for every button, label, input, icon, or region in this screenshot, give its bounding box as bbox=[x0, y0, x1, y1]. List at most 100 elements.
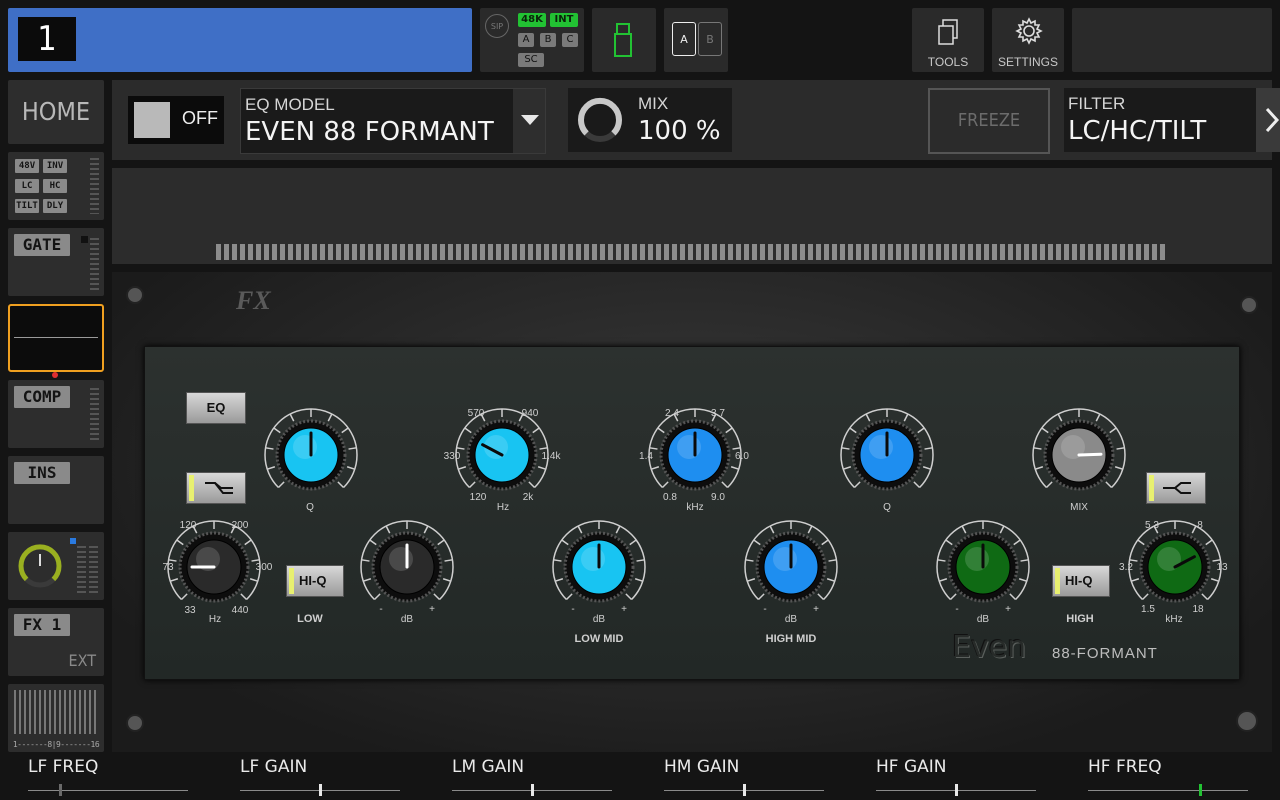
brand-logo: Even bbox=[952, 630, 1027, 665]
himid-gain-minus: - bbox=[763, 604, 767, 615]
usb-drive-icon bbox=[614, 23, 632, 57]
fader-thumb[interactable] bbox=[1199, 784, 1202, 796]
fader-label: LF FREQ bbox=[28, 757, 99, 777]
filter-select[interactable]: FILTER LC/HC/TILT bbox=[1064, 88, 1280, 152]
channel-meter-right bbox=[89, 546, 98, 594]
scene-ab-button[interactable]: A B bbox=[664, 8, 728, 72]
low-gain-unit: dB bbox=[400, 614, 414, 625]
lowmid-gain-unit: dB bbox=[592, 614, 606, 625]
phantom-power-tag: 48V bbox=[15, 159, 39, 173]
high-shelf-bell-toggle[interactable] bbox=[1146, 472, 1206, 504]
high-shelf-icon bbox=[1163, 482, 1191, 494]
low-freq-tick: 300 bbox=[255, 562, 273, 573]
fx-label: FX 1 bbox=[14, 614, 70, 636]
top-right-panel[interactable] bbox=[1072, 8, 1272, 72]
channel-knob-block[interactable] bbox=[8, 532, 104, 600]
settings-button[interactable]: SETTINGS bbox=[992, 8, 1064, 72]
high-freq-tick: 13 bbox=[1216, 562, 1228, 573]
channel-name-field[interactable]: 1 bbox=[8, 8, 472, 72]
high-gain-minus: - bbox=[955, 604, 959, 615]
low-shelf-bell-toggle[interactable] bbox=[186, 472, 246, 504]
home-button[interactable]: HOME bbox=[8, 80, 104, 144]
high-freq-tick: 3.2 bbox=[1119, 562, 1133, 573]
eq-on-off-toggle[interactable]: OFF bbox=[128, 96, 224, 144]
hiq-led bbox=[1055, 568, 1060, 594]
fader-track[interactable] bbox=[1088, 790, 1248, 791]
toggle-led bbox=[189, 475, 194, 501]
himid-freq-tick: 1.4 bbox=[639, 451, 653, 462]
clock-source-tag: INT bbox=[550, 13, 578, 27]
delay-tag: DLY bbox=[43, 199, 67, 213]
low-gain-plus: + bbox=[429, 604, 435, 615]
high-cut-tag: HC bbox=[43, 179, 67, 193]
himid-freq-tick: 3.7 bbox=[711, 408, 725, 419]
comp-block[interactable]: COMP bbox=[8, 380, 104, 448]
rack-screw-tl bbox=[126, 286, 144, 304]
eq-in-button[interactable]: EQ bbox=[186, 392, 246, 424]
fader-label: LM GAIN bbox=[452, 757, 525, 777]
insert-label: INS bbox=[14, 462, 70, 484]
eq-curve-preview bbox=[14, 337, 98, 338]
high-freq-unit: kHz bbox=[1165, 614, 1183, 625]
fader-track[interactable] bbox=[28, 790, 188, 791]
rack-screw-tr bbox=[1240, 296, 1258, 314]
high-hiq-label: HI-Q bbox=[1065, 573, 1093, 588]
input-status-panel[interactable]: SIP 48K INT A B C SC bbox=[480, 8, 584, 72]
eq-block-selected[interactable] bbox=[8, 304, 104, 372]
tools-label: TOOLS bbox=[927, 55, 969, 69]
tilt-tag: TILT bbox=[15, 199, 39, 213]
mix-knob-icon bbox=[578, 98, 622, 142]
freeze-button[interactable]: FREEZE bbox=[928, 88, 1050, 154]
band-strip[interactable] bbox=[216, 244, 1168, 260]
filter-next-button[interactable] bbox=[1256, 88, 1280, 152]
fader-thumb[interactable] bbox=[743, 784, 746, 796]
bus-meter-block[interactable]: 1-------8|9-------16 bbox=[8, 684, 104, 752]
himid-gain-plus: + bbox=[813, 604, 819, 615]
usb-button[interactable] bbox=[592, 8, 656, 72]
lowmid-freq-unit: Hz bbox=[496, 502, 510, 513]
low-freq-tick: 440 bbox=[231, 605, 249, 616]
eq-curve-display[interactable] bbox=[112, 168, 1272, 264]
fx-block[interactable]: FX 1 EXT bbox=[8, 608, 104, 676]
fader-thumb[interactable] bbox=[955, 784, 958, 796]
invert-tag: INV bbox=[43, 159, 67, 173]
input-config-block[interactable]: 48V INV LC HC TILT DLY bbox=[8, 152, 104, 220]
rack-screw-bl bbox=[126, 714, 144, 732]
low-band-label: LOW bbox=[297, 613, 323, 625]
insert-block[interactable]: INS bbox=[8, 456, 104, 524]
bus-meters bbox=[14, 690, 98, 734]
eq-model-select[interactable]: EQ MODEL EVEN 88 FORMANT bbox=[240, 88, 546, 154]
eq-model-label: EQ MODEL bbox=[245, 95, 335, 114]
fader-thumb[interactable] bbox=[319, 784, 322, 796]
fx-ext-label: EXT bbox=[68, 651, 96, 670]
high-hiq-button[interactable]: HI-Q bbox=[1052, 565, 1110, 597]
mix-control[interactable]: MIX 100 % bbox=[568, 88, 732, 152]
lowmid-gain-plus: + bbox=[621, 604, 627, 615]
eq-active-dot bbox=[52, 372, 58, 378]
fader-thumb[interactable] bbox=[59, 784, 62, 796]
lowmid-freq-tick: 330 bbox=[443, 451, 461, 462]
eq-header-bar: OFF EQ MODEL EVEN 88 FORMANT MIX 100 % F… bbox=[112, 80, 1280, 160]
eq-model-dropdown[interactable] bbox=[513, 89, 545, 153]
himid-freq-tick: 2.4 bbox=[665, 408, 679, 419]
himid-freq-tick: 0.8 bbox=[663, 492, 677, 503]
fader-thumb[interactable] bbox=[531, 784, 534, 796]
himid-freq-tick: 9.0 bbox=[711, 492, 725, 503]
chevron-down-icon bbox=[521, 115, 539, 125]
scene-b-card: B bbox=[698, 22, 722, 56]
fader-label: HF GAIN bbox=[876, 757, 947, 777]
input-b-tag: B bbox=[540, 33, 556, 47]
gate-meter bbox=[90, 238, 99, 290]
tools-button[interactable]: TOOLS bbox=[912, 8, 984, 72]
high-freq-tick: 18 bbox=[1192, 604, 1204, 615]
low-mid-band-label: LOW MID bbox=[574, 633, 624, 645]
eq-model-value: EVEN 88 FORMANT bbox=[245, 117, 494, 147]
high-gain-unit: dB bbox=[976, 614, 990, 625]
home-label: HOME bbox=[21, 97, 91, 126]
low-gain-minus: - bbox=[379, 604, 383, 615]
high-freq-tick: 5.3 bbox=[1145, 520, 1159, 531]
lowmid-freq-tick: 1.4k bbox=[541, 451, 561, 462]
low-hiq-button[interactable]: HI-Q bbox=[286, 565, 344, 597]
gate-block[interactable]: GATE bbox=[8, 228, 104, 296]
himid-gain-unit: dB bbox=[784, 614, 798, 625]
